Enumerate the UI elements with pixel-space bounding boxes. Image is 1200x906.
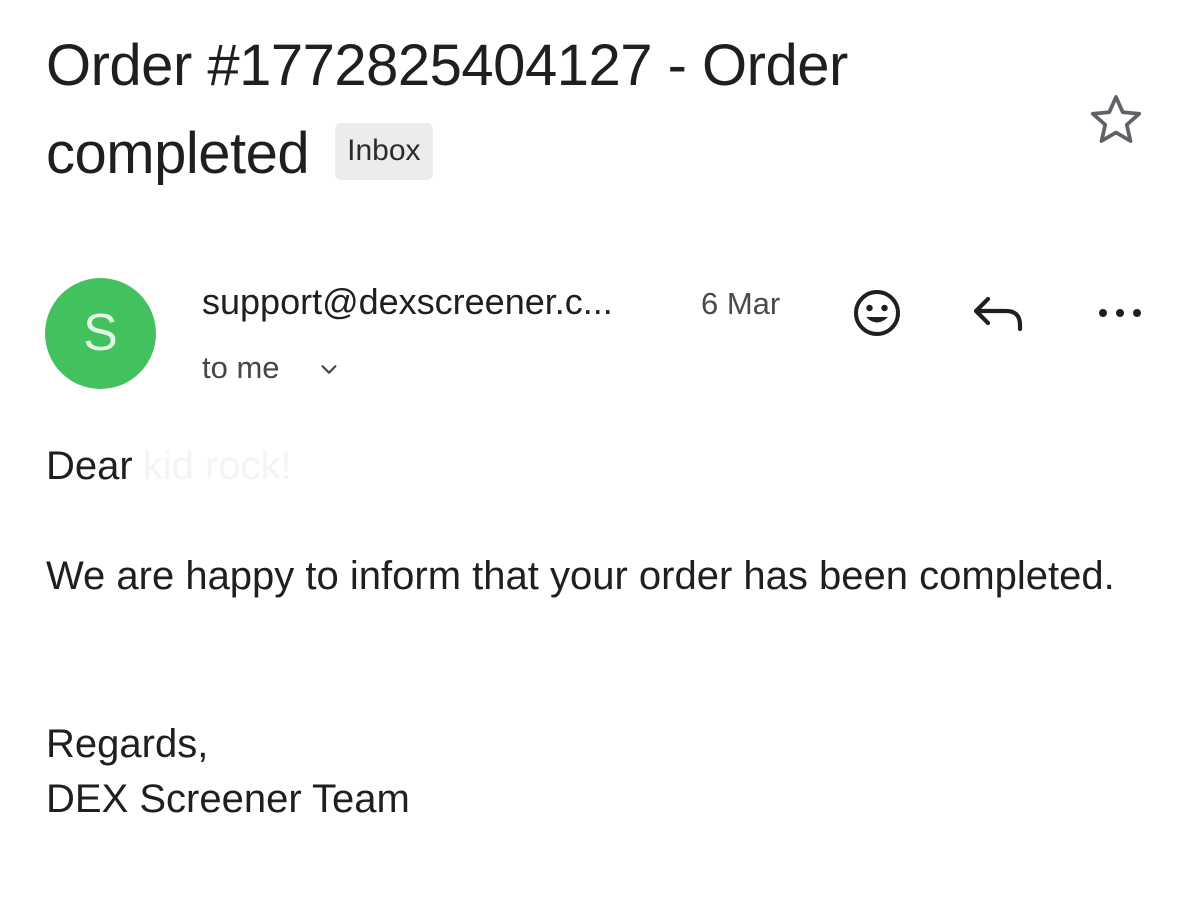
star-icon[interactable] (1086, 90, 1146, 150)
recipient-line[interactable]: to me (202, 346, 280, 390)
reply-arrow-icon[interactable] (966, 281, 1030, 345)
sender-address[interactable]: support@dexscreener.c... (202, 280, 613, 324)
email-subject: Order #1772825404127 - Order completed In… (46, 22, 1046, 198)
greeting-name: kid rock! (142, 444, 292, 488)
sender-avatar[interactable]: S (45, 278, 156, 389)
chevron-down-icon[interactable] (318, 358, 340, 380)
inbox-label-badge[interactable]: Inbox (335, 123, 433, 181)
email-greeting: Dear kid rock! (46, 438, 292, 494)
email-closing: Regards, (46, 722, 209, 766)
smiley-face-icon[interactable] (845, 281, 909, 345)
email-date: 6 Mar (701, 286, 781, 321)
more-dots-icon[interactable] (1088, 281, 1152, 345)
email-body-paragraph: We are happy to inform that your order h… (46, 554, 1115, 598)
greeting-word: Dear (46, 444, 133, 488)
email-signature: DEX Screener Team (46, 777, 410, 821)
subject-text: Order #1772825404127 - Order completed (46, 33, 848, 186)
